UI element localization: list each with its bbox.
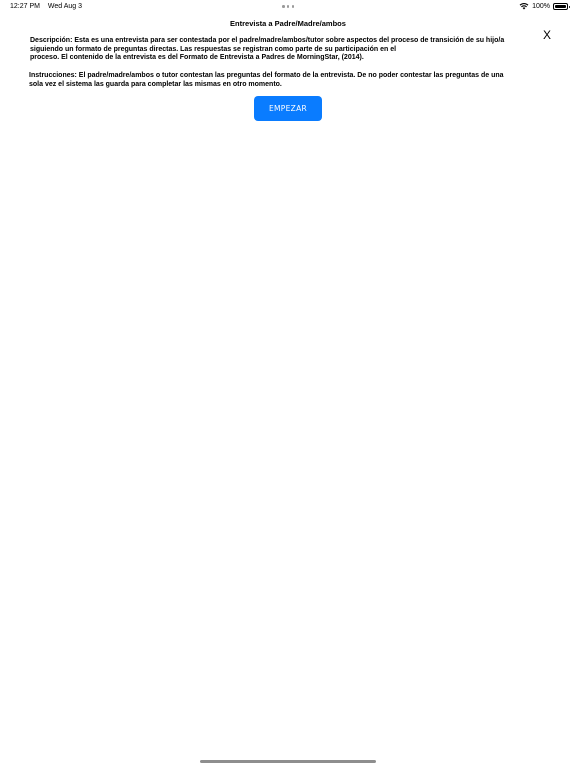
status-bar: 12:27 PM Wed Aug 3 100%: [0, 0, 576, 14]
battery-percent: 100%: [532, 2, 550, 10]
status-indicators: 100%: [519, 2, 570, 10]
status-day: Wed Aug 3: [47, 3, 83, 10]
home-indicator[interactable]: [200, 760, 376, 763]
dot: [286, 5, 290, 8]
status-time-group: 12:27 PM Wed Aug 3: [10, 3, 82, 10]
screen: 12:27 PM Wed Aug 3 100% Entrevista a Pad…: [0, 0, 576, 768]
page-title: Entrevista a Padre/Madre/ambos: [230, 19, 346, 28]
battery-icon: [553, 2, 570, 10]
status-time: 12:27 PM: [10, 3, 40, 10]
wifi-icon: [519, 2, 529, 10]
description-text: Descripción: Esta es una entrevista para…: [30, 37, 505, 62]
dot: [291, 5, 294, 8]
multitasking-dots-icon[interactable]: [282, 5, 294, 8]
dot: [282, 5, 285, 8]
content: Descripción: Esta es una entrevista para…: [29, 37, 550, 88]
start-button[interactable]: EMPEZAR: [254, 96, 322, 121]
instructions-text: Instrucciones: El padre/madre/ambos o tu…: [29, 72, 504, 88]
battery-fill: [555, 4, 566, 8]
